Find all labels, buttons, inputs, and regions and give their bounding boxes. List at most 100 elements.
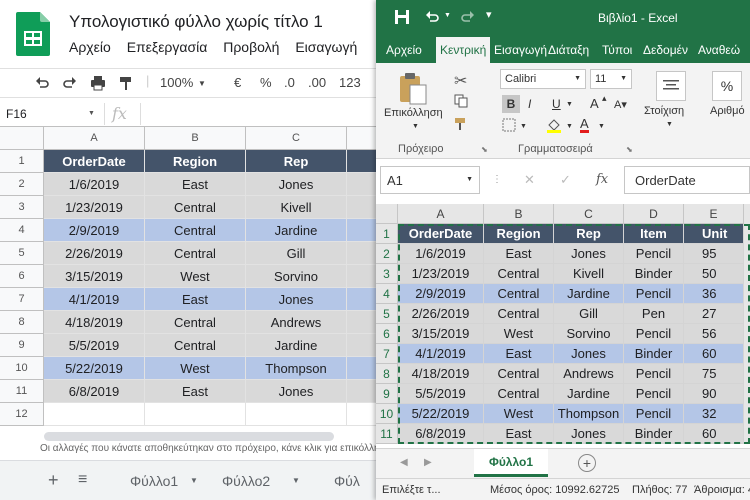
redo-icon[interactable]: [460, 9, 476, 25]
sheet-tab-3[interactable]: Φύλ: [334, 473, 360, 489]
table-cell[interactable]: 95: [684, 244, 744, 264]
table-cell[interactable]: [347, 334, 376, 357]
table-cell[interactable]: [246, 403, 347, 426]
table-cell[interactable]: Pencil: [624, 384, 684, 404]
sheet-tab-1-dropdown-icon[interactable]: ▼: [190, 476, 198, 485]
sheet-tab-2-dropdown-icon[interactable]: ▼: [292, 476, 300, 485]
clipboard-launcher-icon[interactable]: ⬊: [481, 145, 488, 154]
menu-file[interactable]: Αρχείο: [69, 39, 111, 55]
worksheet-grid[interactable]: A B C D E 1 OrderDate Region Rep Item Unit 2 1/6/201…: [376, 204, 750, 444]
new-sheet-icon[interactable]: +: [578, 454, 596, 472]
alignment-button[interactable]: Στοίχιση: [644, 105, 684, 117]
status-average[interactable]: Μέσος όρος: 10992.62725: [490, 484, 619, 496]
font-color-dropdown-icon[interactable]: ▼: [598, 123, 605, 130]
table-cell[interactable]: 1/6/2019: [398, 244, 484, 264]
row-header[interactable]: 1: [376, 224, 398, 244]
table-cell[interactable]: 6/8/2019: [44, 380, 145, 403]
table-cell[interactable]: 1/23/2019: [398, 264, 484, 284]
print-icon[interactable]: [90, 75, 106, 94]
column-header[interactable]: A: [398, 204, 484, 224]
tab-home[interactable]: Κεντρική: [436, 37, 491, 63]
table-cell[interactable]: 75: [684, 364, 744, 384]
status-count[interactable]: Πλήθος: 77: [632, 484, 687, 496]
row-header[interactable]: 11: [376, 424, 398, 444]
row-header[interactable]: 6: [0, 265, 44, 288]
cell-reference[interactable]: F16: [6, 107, 27, 121]
table-cell[interactable]: 2/26/2019: [44, 242, 145, 265]
table-cell[interactable]: 60: [684, 424, 744, 444]
row-header[interactable]: 12: [0, 403, 44, 426]
scroll-right-icon[interactable]: ▶: [424, 457, 432, 468]
underline-dropdown-icon[interactable]: ▼: [566, 101, 573, 108]
table-cell[interactable]: Central: [484, 364, 554, 384]
menu-insert[interactable]: Εισαγωγή: [295, 39, 357, 55]
table-cell[interactable]: Central: [145, 219, 246, 242]
table-cell[interactable]: [347, 380, 376, 403]
column-header[interactable]: E: [684, 204, 744, 224]
header-cell[interactable]: OrderDate: [44, 150, 145, 173]
table-cell[interactable]: East: [145, 288, 246, 311]
table-cell[interactable]: 4/18/2019: [44, 311, 145, 334]
table-cell[interactable]: 50: [684, 264, 744, 284]
undo-icon[interactable]: [34, 75, 50, 94]
header-cell[interactable]: OrderDate: [398, 224, 484, 244]
table-cell[interactable]: West: [145, 357, 246, 380]
increase-font-button[interactable]: A: [590, 96, 599, 111]
table-cell[interactable]: 2/26/2019: [398, 304, 484, 324]
table-cell[interactable]: West: [484, 324, 554, 344]
cell-reference-dropdown-icon[interactable]: ▼: [88, 110, 95, 117]
select-all-corner[interactable]: [376, 204, 398, 224]
table-cell[interactable]: Jardine: [554, 384, 624, 404]
zoom-dropdown-icon[interactable]: ▼: [198, 79, 206, 88]
table-cell[interactable]: 4/18/2019: [398, 364, 484, 384]
formula-input[interactable]: OrderDate: [624, 166, 750, 194]
table-cell[interactable]: [347, 357, 376, 380]
table-cell[interactable]: Central: [484, 264, 554, 284]
header-cell[interactable]: Rep: [554, 224, 624, 244]
table-cell[interactable]: Jones: [554, 344, 624, 364]
table-cell[interactable]: Andrews: [246, 311, 347, 334]
percent-icon[interactable]: %: [712, 71, 742, 101]
more-formats-button[interactable]: 123: [339, 75, 361, 90]
number-button[interactable]: Αριθμό: [710, 105, 745, 117]
undo-icon[interactable]: [424, 9, 440, 25]
tab-data[interactable]: Δεδομέν: [643, 43, 688, 57]
table-cell[interactable]: [347, 311, 376, 334]
row-header[interactable]: 3: [376, 264, 398, 284]
table-cell[interactable]: 36: [684, 284, 744, 304]
undo-dropdown-icon[interactable]: ▼: [444, 12, 451, 19]
table-cell[interactable]: 3/15/2019: [398, 324, 484, 344]
row-header[interactable]: 4: [0, 219, 44, 242]
redo-icon[interactable]: [62, 75, 78, 94]
table-cell[interactable]: West: [484, 404, 554, 424]
sheet-tab-2[interactable]: Φύλλο2: [222, 473, 270, 489]
table-cell[interactable]: Jardine: [246, 219, 347, 242]
table-cell[interactable]: Central: [484, 284, 554, 304]
copy-icon[interactable]: [454, 94, 468, 108]
row-header[interactable]: 10: [376, 404, 398, 424]
table-cell[interactable]: Jones: [554, 424, 624, 444]
add-sheet-icon[interactable]: +: [48, 470, 59, 491]
decrease-font-icon[interactable]: A▾: [614, 98, 627, 111]
table-cell[interactable]: 5/5/2019: [398, 384, 484, 404]
table-cell[interactable]: 32: [684, 404, 744, 424]
table-cell[interactable]: Pencil: [624, 364, 684, 384]
table-cell[interactable]: East: [145, 173, 246, 196]
table-cell[interactable]: Binder: [624, 424, 684, 444]
table-cell[interactable]: Pencil: [624, 404, 684, 424]
table-cell[interactable]: East: [145, 380, 246, 403]
document-title[interactable]: Υπολογιστικό φύλλο χωρίς τίτλο 1: [69, 12, 323, 32]
tab-review[interactable]: Αναθεώ: [698, 43, 740, 57]
select-all-corner[interactable]: [0, 127, 44, 150]
row-header[interactable]: 7: [376, 344, 398, 364]
table-cell[interactable]: Jones: [554, 244, 624, 264]
table-cell[interactable]: [347, 219, 376, 242]
table-cell[interactable]: Central: [145, 242, 246, 265]
scroll-left-icon[interactable]: ◀: [400, 457, 408, 468]
paste-dropdown-icon[interactable]: ▼: [412, 123, 419, 130]
table-cell[interactable]: Binder: [624, 264, 684, 284]
header-cell[interactable]: Unit: [684, 224, 744, 244]
table-cell[interactable]: Jardine: [246, 334, 347, 357]
table-cell[interactable]: 60: [684, 344, 744, 364]
row-header[interactable]: 5: [0, 242, 44, 265]
